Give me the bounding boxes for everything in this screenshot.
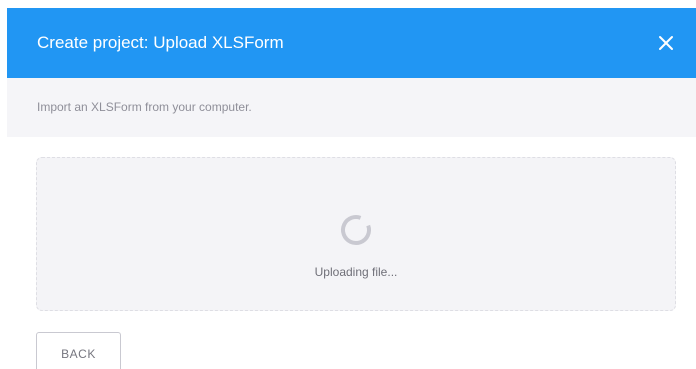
close-icon [659,36,673,50]
page: Create project: Upload XLSForm Import an… [0,0,696,369]
modal-header: Create project: Upload XLSForm [7,8,696,78]
back-button[interactable]: BACK [36,332,121,369]
upload-xlsform-modal: Create project: Upload XLSForm Import an… [7,8,696,369]
upload-dropzone[interactable]: Uploading file... [36,157,676,311]
loading-spinner-icon [341,215,371,245]
upload-status-text: Uploading file... [314,265,398,279]
modal-subheader: Import an XLSForm from your computer. [7,78,696,137]
close-button[interactable] [655,32,677,54]
modal-title: Create project: Upload XLSForm [37,32,284,52]
modal-subtitle: Import an XLSForm from your computer. [37,100,252,114]
